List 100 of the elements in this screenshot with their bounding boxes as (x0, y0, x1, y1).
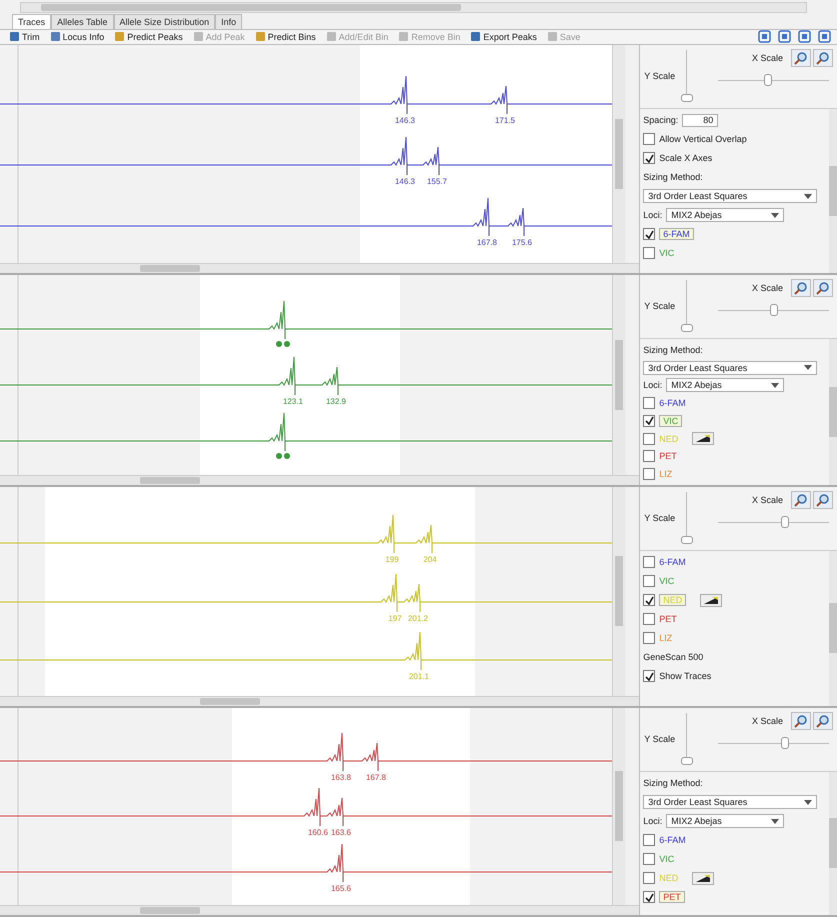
loci-label: Loci: (643, 816, 662, 826)
vertical-scrollbar[interactable] (612, 486, 625, 696)
peak-label: 199 (385, 554, 399, 564)
x-scale-label: X Scale (752, 716, 783, 726)
checkbox[interactable] (643, 450, 656, 462)
checkbox[interactable] (643, 891, 656, 904)
color-swatch-icon[interactable] (692, 872, 714, 885)
y-scale-slider[interactable] (681, 50, 694, 102)
sizing-method-dropdown[interactable]: 3rd Order Least Squares (643, 360, 818, 375)
y-scale-label: Y Scale (644, 301, 676, 312)
loci-label: Loci: (643, 210, 662, 220)
checkbox-label: Show Traces (659, 671, 712, 682)
checkbox[interactable] (643, 594, 656, 606)
vertical-scrollbar[interactable] (612, 274, 625, 475)
peak-label: 132.9 (326, 396, 346, 406)
x-scale-slider[interactable] (718, 736, 829, 750)
section-label: Sizing Method: (643, 778, 703, 788)
peak-label: 175.6 (512, 238, 532, 247)
dye-label: PET (659, 614, 677, 624)
caret-icon (804, 365, 812, 370)
toolbar-button[interactable]: Export Peaks (467, 31, 540, 42)
zoom-out-button[interactable] (813, 278, 833, 297)
x-scale-slider[interactable] (718, 72, 829, 87)
sizing-method-dropdown[interactable]: 3rd Order Least Squares (643, 189, 818, 204)
vertical-scrollbar[interactable] (612, 708, 625, 905)
peak-label: 197 (388, 614, 402, 623)
loci-dropdown[interactable]: MIX2 Abejas (666, 814, 784, 828)
vertical-scrollbar[interactable] (829, 772, 837, 915)
checkbox[interactable] (643, 575, 656, 588)
vertical-scrollbar[interactable] (829, 550, 837, 706)
magnifier-icon (794, 50, 808, 65)
peak-label: 204 (423, 554, 437, 564)
dye-label: NED (659, 434, 678, 444)
zoom-in-button[interactable] (791, 48, 811, 67)
view-icon[interactable] (818, 30, 831, 44)
horizontal-scrollbar[interactable] (0, 262, 640, 273)
checkbox[interactable] (643, 152, 656, 164)
x-scale-label: X Scale (752, 494, 783, 505)
checkbox[interactable] (643, 432, 656, 445)
view-icon[interactable] (798, 30, 811, 44)
peak-label: 123.1 (282, 396, 304, 406)
peak-label: 146.3 (394, 176, 416, 186)
y-scale-slider[interactable] (681, 713, 694, 766)
checkbox[interactable] (643, 556, 656, 568)
zoom-in-button[interactable] (791, 278, 811, 297)
checkbox[interactable] (643, 414, 656, 427)
toolbar-button[interactable]: Predict Peaks (111, 31, 186, 42)
tab[interactable]: Allele Size Distribution (114, 14, 216, 29)
checkbox[interactable] (643, 247, 656, 260)
dye-label: 6-FAM (659, 228, 694, 240)
tool-icon (50, 31, 61, 42)
vertical-scrollbar[interactable] (829, 338, 837, 485)
checkbox[interactable] (643, 632, 656, 644)
y-scale-slider[interactable] (681, 492, 694, 544)
toolbar-button[interactable]: Predict Bins (252, 31, 319, 42)
checkbox[interactable] (643, 228, 656, 240)
zoom-in-button[interactable] (791, 712, 811, 730)
view-icon[interactable] (758, 30, 771, 44)
horizontal-scrollbar[interactable] (0, 904, 640, 915)
color-swatch-icon[interactable] (692, 432, 714, 446)
zoom-in-button[interactable] (791, 490, 811, 509)
tool-icon (114, 31, 126, 42)
tab[interactable]: Traces (12, 14, 52, 29)
section-label: GeneScan 500 (643, 652, 704, 662)
horizontal-scrollbar[interactable] (20, 2, 807, 13)
dye-label: PET (659, 891, 685, 904)
checkbox[interactable] (643, 133, 656, 146)
loci-dropdown[interactable]: MIX2 Abejas (666, 378, 784, 392)
zoom-out-button[interactable] (813, 712, 833, 730)
toolbar-button[interactable]: Locus Info (46, 31, 108, 42)
vertical-scrollbar[interactable] (612, 44, 625, 263)
checkbox[interactable] (643, 853, 656, 866)
x-scale-slider[interactable] (718, 514, 829, 529)
section-label: Sizing Method: (643, 172, 703, 182)
caret-icon (771, 382, 780, 388)
checkbox[interactable] (643, 872, 656, 884)
spacing-spinner[interactable]: 80 (682, 114, 718, 127)
loci-dropdown[interactable]: MIX2 Abejas (666, 208, 784, 222)
checkbox[interactable] (643, 670, 656, 682)
magnifier-icon (794, 492, 808, 507)
y-scale-label: Y Scale (644, 513, 676, 524)
toolbar-button[interactable]: Trim (6, 31, 43, 42)
tab[interactable]: Info (215, 14, 242, 29)
dye-label: LIZ (659, 469, 672, 480)
color-swatch-icon[interactable] (700, 594, 722, 607)
zoom-out-button[interactable] (813, 490, 833, 509)
checkbox[interactable] (643, 468, 656, 480)
view-icon[interactable] (778, 30, 791, 44)
horizontal-scrollbar[interactable] (0, 696, 640, 706)
checkbox[interactable] (643, 613, 656, 626)
x-scale-slider[interactable] (718, 302, 829, 317)
y-scale-slider[interactable] (681, 280, 694, 332)
tab[interactable]: Alleles Table (51, 14, 114, 29)
checkbox[interactable] (643, 397, 656, 410)
sizing-method-dropdown[interactable]: 3rd Order Least Squares (643, 795, 818, 810)
zoom-out-button[interactable] (813, 48, 833, 67)
caret-icon (804, 800, 812, 805)
horizontal-scrollbar[interactable] (0, 474, 640, 485)
checkbox[interactable] (643, 834, 656, 846)
vertical-scrollbar[interactable] (829, 108, 837, 273)
